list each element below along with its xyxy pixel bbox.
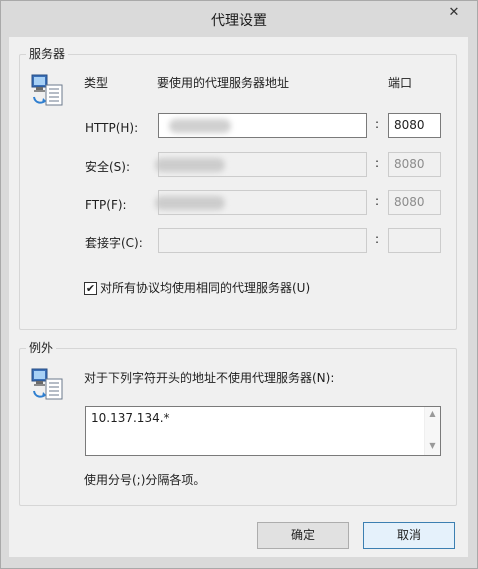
ftp-label: FTP(F): [85, 198, 127, 212]
redacted-address [155, 196, 225, 210]
exceptions-hint: 使用分号(;)分隔各项。 [84, 473, 206, 487]
secure-label: 安全(S): [85, 160, 131, 174]
scroll-up-icon[interactable]: ▲ [425, 409, 440, 418]
same-proxy-label[interactable]: 对所有协议均使用相同的代理服务器(U) [100, 280, 310, 296]
column-address-header: 要使用的代理服务器地址 [157, 76, 290, 90]
secure-address-field[interactable] [155, 152, 367, 177]
network-computer-icon [31, 368, 63, 400]
ftp-port-field[interactable]: 8080 [388, 190, 441, 215]
exceptions-group-title: 例外 [26, 340, 57, 356]
ftp-address-field[interactable] [155, 190, 367, 215]
dialog-body: 服务器 类型 要使用的代理服务器地址 端口 HTTP(H): : 8080 安全… [9, 37, 468, 557]
socks-label: 套接字(C): [85, 236, 143, 250]
http-colon: : [375, 117, 380, 131]
http-address-field[interactable] [158, 113, 367, 138]
ftp-colon: : [375, 194, 380, 208]
column-type-header: 类型 [84, 76, 109, 90]
close-button[interactable]: ✕ [439, 3, 469, 23]
secure-colon: : [375, 156, 380, 170]
redacted-address [155, 158, 225, 172]
proxy-settings-dialog: 代理设置 ✕ 服务器 类型 要使用的代理服务器地址 端口 HTTP(H):: … [0, 0, 478, 569]
network-computer-icon [31, 74, 63, 106]
same-proxy-checkbox[interactable]: ✔ [84, 282, 97, 295]
http-label: HTTP(H): [85, 121, 139, 135]
dialog-title: 代理设置 [211, 13, 267, 29]
socks-port-field[interactable] [388, 228, 441, 253]
socks-colon: : [375, 232, 380, 246]
socks-address-field[interactable] [158, 228, 367, 253]
check-icon: ✔ [85, 282, 96, 295]
servers-group-title: 服务器 [26, 46, 69, 62]
scroll-down-icon[interactable]: ▼ [425, 441, 440, 450]
column-port-header: 端口 [388, 76, 413, 90]
title-bar[interactable]: 代理设置 ✕ [1, 1, 477, 37]
ok-button[interactable]: 确定 [257, 522, 349, 549]
redacted-address [169, 119, 231, 133]
exceptions-value: 10.137.134.* [91, 411, 170, 425]
close-icon: ✕ [448, 5, 460, 20]
secure-port-field[interactable]: 8080 [388, 152, 441, 177]
exceptions-prompt: 对于下列字符开头的地址不使用代理服务器(N): [84, 371, 335, 385]
exceptions-scrollbar[interactable]: ▲ ▼ [424, 407, 440, 455]
cancel-button[interactable]: 取消 [363, 522, 455, 549]
exceptions-textarea[interactable]: 10.137.134.* ▲ ▼ [85, 406, 441, 456]
http-port-field[interactable]: 8080 [388, 113, 441, 138]
